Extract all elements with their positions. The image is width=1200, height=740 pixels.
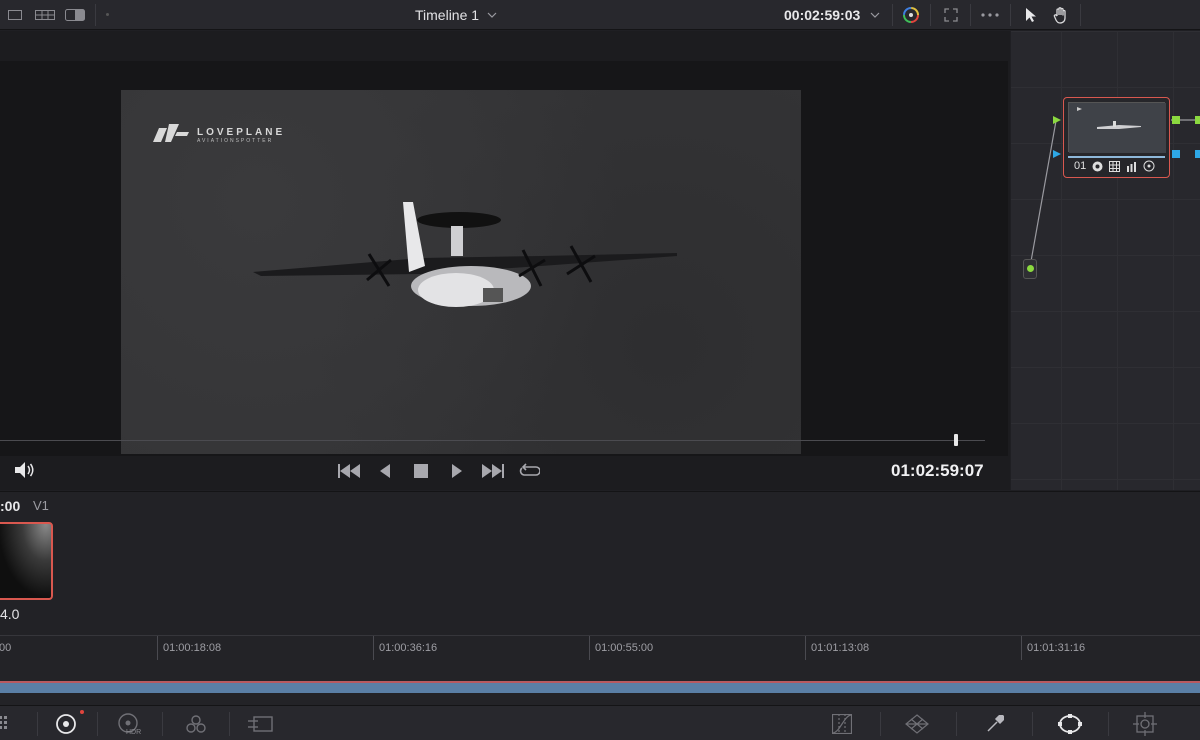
clip-version: 4.0 [0, 606, 20, 622]
hdr-label: HDR [126, 729, 141, 736]
viewer-layout-controls [0, 0, 95, 30]
timeline-selector[interactable]: Timeline 1 [415, 7, 497, 23]
color-warper-icon[interactable] [897, 708, 937, 740]
playhead-timecode: 01:02:59:07 [891, 461, 984, 480]
corrector-node[interactable]: 01 [1063, 97, 1170, 178]
target-icon [1143, 160, 1155, 172]
loop-icon[interactable] [518, 461, 540, 481]
skip-to-end-icon[interactable] [482, 461, 504, 481]
node-editor[interactable]: 01 [1011, 31, 1200, 490]
viewer-toolbar: Timeline 1 00:02:59:03 [0, 0, 1200, 30]
curves-icon[interactable] [822, 708, 862, 740]
toolbar-separator [930, 4, 931, 26]
source-output-port[interactable] [1027, 265, 1034, 272]
toolbar-separator [1010, 4, 1011, 26]
fullscreen-icon[interactable] [932, 0, 970, 30]
stop-icon[interactable] [410, 461, 432, 481]
ruler-tick: 01:00:36:16 [373, 636, 437, 660]
rgb-output-port[interactable] [1172, 116, 1180, 124]
scrub-bar[interactable] [0, 440, 985, 441]
timeline-track-bar[interactable] [0, 681, 1200, 693]
layout-split-icon[interactable] [60, 0, 90, 30]
clip-list-icon[interactable] [0, 708, 26, 740]
clip-track: V1 [33, 498, 49, 513]
toolbar-separator [1108, 712, 1109, 736]
bars-icon [1127, 161, 1137, 172]
rgb-mixer-icon[interactable] [176, 708, 216, 740]
effects-icon [1092, 161, 1103, 171]
window-icon[interactable] [1050, 708, 1090, 740]
transport-controls [338, 461, 540, 481]
ruler-tick: 01:00:18:08 [157, 636, 221, 660]
node-label: 01 [1074, 160, 1087, 172]
node-footer: 01 [1068, 156, 1165, 174]
palette-toolbar: HDR [0, 705, 1200, 740]
toolbar-separator [37, 712, 38, 736]
tracker-icon[interactable] [1125, 708, 1165, 740]
ruler-tick: 01:01:31:16 [1021, 636, 1085, 660]
hand-tool-icon[interactable] [1042, 0, 1080, 30]
chevron-down-icon [870, 12, 880, 18]
more-options-icon[interactable] [971, 0, 1009, 30]
source-node[interactable] [1023, 259, 1037, 279]
ruler-tick: 01:00:55:00 [589, 636, 653, 660]
toolbar-dot [106, 13, 109, 16]
active-indicator [80, 710, 84, 714]
source-timecode[interactable]: 00:02:59:03 [784, 7, 880, 23]
video-frame[interactable]: LOVEPLANE AVIATIONSPOTTER [121, 90, 801, 454]
alpha-input-port[interactable] [1053, 150, 1061, 158]
timeline-title: Timeline 1 [415, 7, 480, 23]
layout-single-icon[interactable] [0, 0, 30, 30]
ruler-tick: 01:01:13:08 [805, 636, 869, 660]
volume-icon[interactable] [14, 461, 36, 484]
chevron-down-icon [487, 12, 497, 18]
toolbar-separator [97, 712, 98, 736]
playhead-handle[interactable] [954, 434, 958, 446]
rgb-output-port[interactable] [1195, 116, 1200, 124]
skip-to-start-icon[interactable] [338, 461, 360, 481]
hdr-icon[interactable]: HDR [110, 708, 150, 740]
rgb-input-port[interactable] [1053, 116, 1061, 124]
toolbar-separator [1080, 4, 1081, 26]
node-thumbnail [1068, 102, 1166, 153]
clip-timecode: :00 [0, 498, 21, 514]
toolbar-separator [956, 712, 957, 736]
alpha-output-port[interactable] [1172, 150, 1180, 158]
toolbar-separator [229, 712, 230, 736]
toolbar-separator [162, 712, 163, 736]
clips-panel: :00 V1 4.0 [0, 491, 1200, 635]
toolbar-separator [880, 712, 881, 736]
play-reverse-icon[interactable] [374, 461, 396, 481]
color-wheel-icon[interactable] [892, 0, 930, 30]
layout-grid-icon[interactable] [30, 0, 60, 30]
alpha-output-port[interactable] [1195, 150, 1200, 158]
qualifier-icon[interactable] [975, 708, 1015, 740]
aircraft-image [253, 202, 677, 307]
viewer-panel: LOVEPLANE AVIATIONSPOTTER 01:02:59:07 [0, 31, 1010, 490]
toolbar-separator [1032, 712, 1033, 736]
timeline-ruler[interactable]: 00 01:00:18:08 01:00:36:16 01:00:55:00 0… [0, 635, 1200, 705]
viewer-canvas: LOVEPLANE AVIATIONSPOTTER [0, 61, 1008, 456]
motion-effects-icon[interactable] [241, 708, 281, 740]
toolbar-separator [95, 4, 96, 26]
timecode-value: 00:02:59:03 [784, 7, 861, 23]
play-icon[interactable] [446, 461, 468, 481]
ruler-tick: 00 [0, 642, 12, 654]
clip-thumbnail[interactable] [0, 522, 53, 600]
grid-icon [1109, 160, 1121, 172]
